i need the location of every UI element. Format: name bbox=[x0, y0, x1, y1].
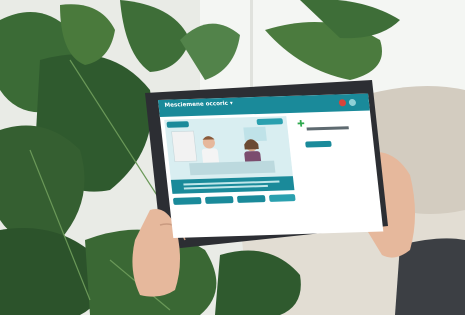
action-button-3[interactable] bbox=[236, 195, 266, 203]
side-caption bbox=[306, 126, 349, 131]
action-button-1[interactable] bbox=[172, 197, 202, 205]
pharmacy-cross-icon: ✚ bbox=[296, 119, 306, 130]
video-panel[interactable] bbox=[164, 116, 293, 180]
close-icon[interactable] bbox=[338, 99, 347, 107]
info-icon[interactable] bbox=[348, 98, 357, 107]
action-button-2[interactable] bbox=[204, 196, 234, 204]
app-title: Mesciemene occoric ▾ bbox=[164, 100, 234, 109]
photo-scene: Mesciemene occoric ▾ ✚ bbox=[0, 0, 465, 315]
side-button[interactable] bbox=[305, 140, 332, 148]
tablet-screen: Mesciemene occoric ▾ ✚ bbox=[158, 93, 384, 239]
panel-tag-left bbox=[166, 121, 190, 128]
panel-tag-right bbox=[256, 118, 284, 126]
action-button-4[interactable] bbox=[268, 194, 296, 202]
subtitle-bar bbox=[170, 176, 295, 194]
